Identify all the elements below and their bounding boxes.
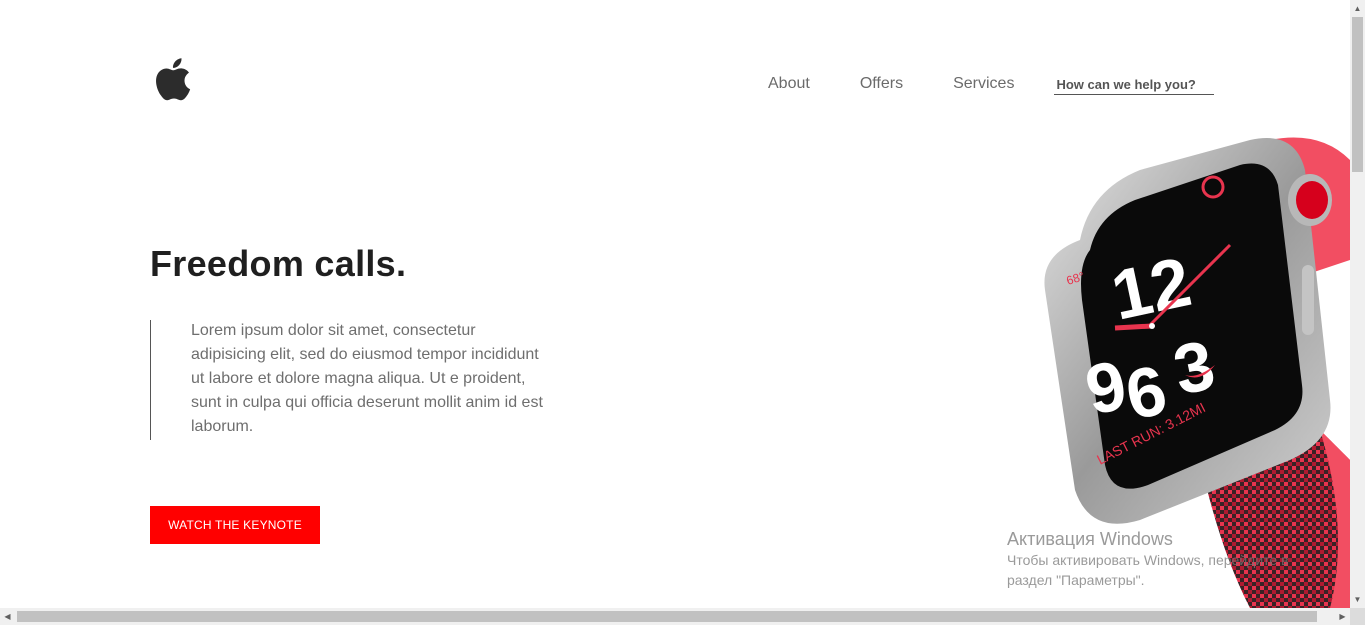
page: About Offers Services Freedom calls. Lor… (0, 0, 1350, 608)
arrow-left-icon[interactable]: ◀ (0, 608, 15, 625)
activation-title: Активация Windows (1007, 529, 1173, 549)
hero-body-text: Lorem ipsum dolor sit amet, consectetur … (191, 322, 543, 435)
nav-about[interactable]: About (768, 75, 810, 93)
hero-quote: Lorem ipsum dolor sit amet, consectetur … (150, 320, 550, 440)
vertical-scrollbar[interactable]: ▲ ▼ (1350, 0, 1365, 608)
vertical-scroll-thumb[interactable] (1352, 17, 1363, 172)
arrow-up-icon[interactable]: ▲ (1350, 0, 1365, 17)
horizontal-scroll-thumb[interactable] (17, 611, 1317, 622)
nav-offers[interactable]: Offers (860, 75, 903, 93)
activation-line-2: Чтобы активировать Windows, перейдите в (1007, 552, 1289, 568)
watch-keynote-button[interactable]: WATCH THE KEYNOTE (150, 506, 320, 544)
hero-title: Freedom calls. (150, 243, 407, 284)
activation-line-3: раздел "Параметры". (1007, 572, 1145, 588)
scrollbar-corner (1350, 608, 1365, 625)
watch-hour-12: 12 (1105, 242, 1197, 334)
horizontal-scrollbar[interactable]: ◀ ▶ (0, 608, 1350, 625)
main-nav: About Offers Services (768, 73, 1215, 95)
help-search-input[interactable] (1054, 75, 1215, 95)
arrow-right-icon[interactable]: ▶ (1335, 608, 1350, 625)
windows-activation-watermark: Активация Windows Чтобы активировать Win… (1007, 528, 1289, 590)
nav-services[interactable]: Services (953, 75, 1014, 93)
arrow-down-icon[interactable]: ▼ (1350, 591, 1365, 608)
apple-logo-icon[interactable] (153, 54, 197, 104)
